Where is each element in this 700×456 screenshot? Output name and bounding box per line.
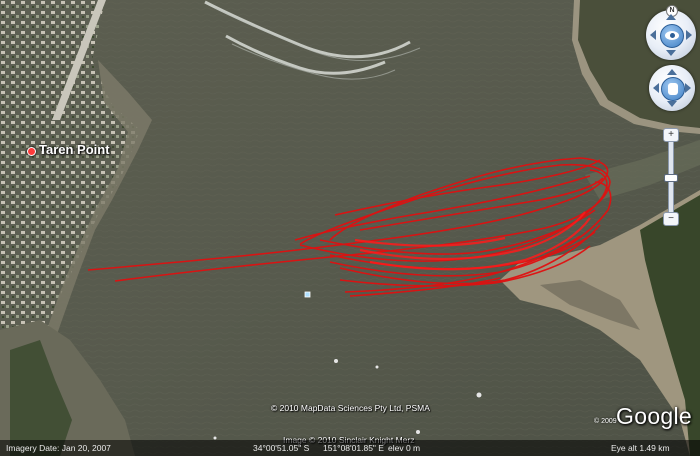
status-bar: Imagery Date: Jan 20, 2007 34°00'51.05" … bbox=[0, 440, 700, 456]
look-left-arrow-icon[interactable] bbox=[650, 30, 656, 40]
zoom-slider[interactable]: + − bbox=[663, 128, 679, 226]
look-center-button[interactable] bbox=[660, 24, 684, 48]
move-joystick[interactable] bbox=[649, 65, 695, 111]
boat bbox=[416, 430, 420, 434]
hand-icon bbox=[668, 83, 678, 95]
look-up-arrow-icon[interactable] bbox=[666, 14, 676, 20]
longitude-readout: 151°08'01.85" E bbox=[323, 443, 384, 453]
map-view[interactable]: Taren Point N + − © 2010 MapData Science… bbox=[0, 0, 700, 456]
boat bbox=[334, 359, 338, 363]
move-center-button[interactable] bbox=[661, 77, 685, 101]
place-pin-icon[interactable] bbox=[27, 147, 36, 156]
google-logo: Google bbox=[616, 403, 692, 429]
eye-altitude-readout: Eye alt 1.49 km bbox=[611, 443, 670, 453]
map-data-credit: © 2010 MapData Sciences Pty Ltd, PSMA bbox=[271, 403, 430, 413]
zoom-out-button[interactable]: − bbox=[663, 212, 679, 226]
move-left-arrow-icon[interactable] bbox=[653, 83, 659, 93]
logo-year: © 2009 bbox=[594, 418, 617, 425]
move-up-arrow-icon[interactable] bbox=[667, 69, 677, 75]
look-right-arrow-icon[interactable] bbox=[686, 30, 692, 40]
move-down-arrow-icon[interactable] bbox=[667, 101, 677, 107]
look-joystick[interactable]: N bbox=[646, 5, 696, 60]
marker bbox=[304, 291, 311, 298]
imagery-date: Imagery Date: Jan 20, 2007 bbox=[6, 443, 111, 453]
boat bbox=[476, 392, 482, 398]
zoom-thumb[interactable] bbox=[664, 174, 678, 182]
move-right-arrow-icon[interactable] bbox=[685, 83, 691, 93]
satellite-imagery[interactable] bbox=[0, 0, 700, 456]
eye-icon bbox=[665, 31, 679, 40]
place-label[interactable]: Taren Point bbox=[39, 142, 110, 157]
latitude-readout: 34°00'51.05" S bbox=[253, 443, 310, 453]
look-down-arrow-icon[interactable] bbox=[666, 50, 676, 56]
boat bbox=[375, 365, 379, 369]
zoom-in-button[interactable]: + bbox=[663, 128, 679, 142]
elevation-readout: elev 0 m bbox=[388, 443, 421, 453]
